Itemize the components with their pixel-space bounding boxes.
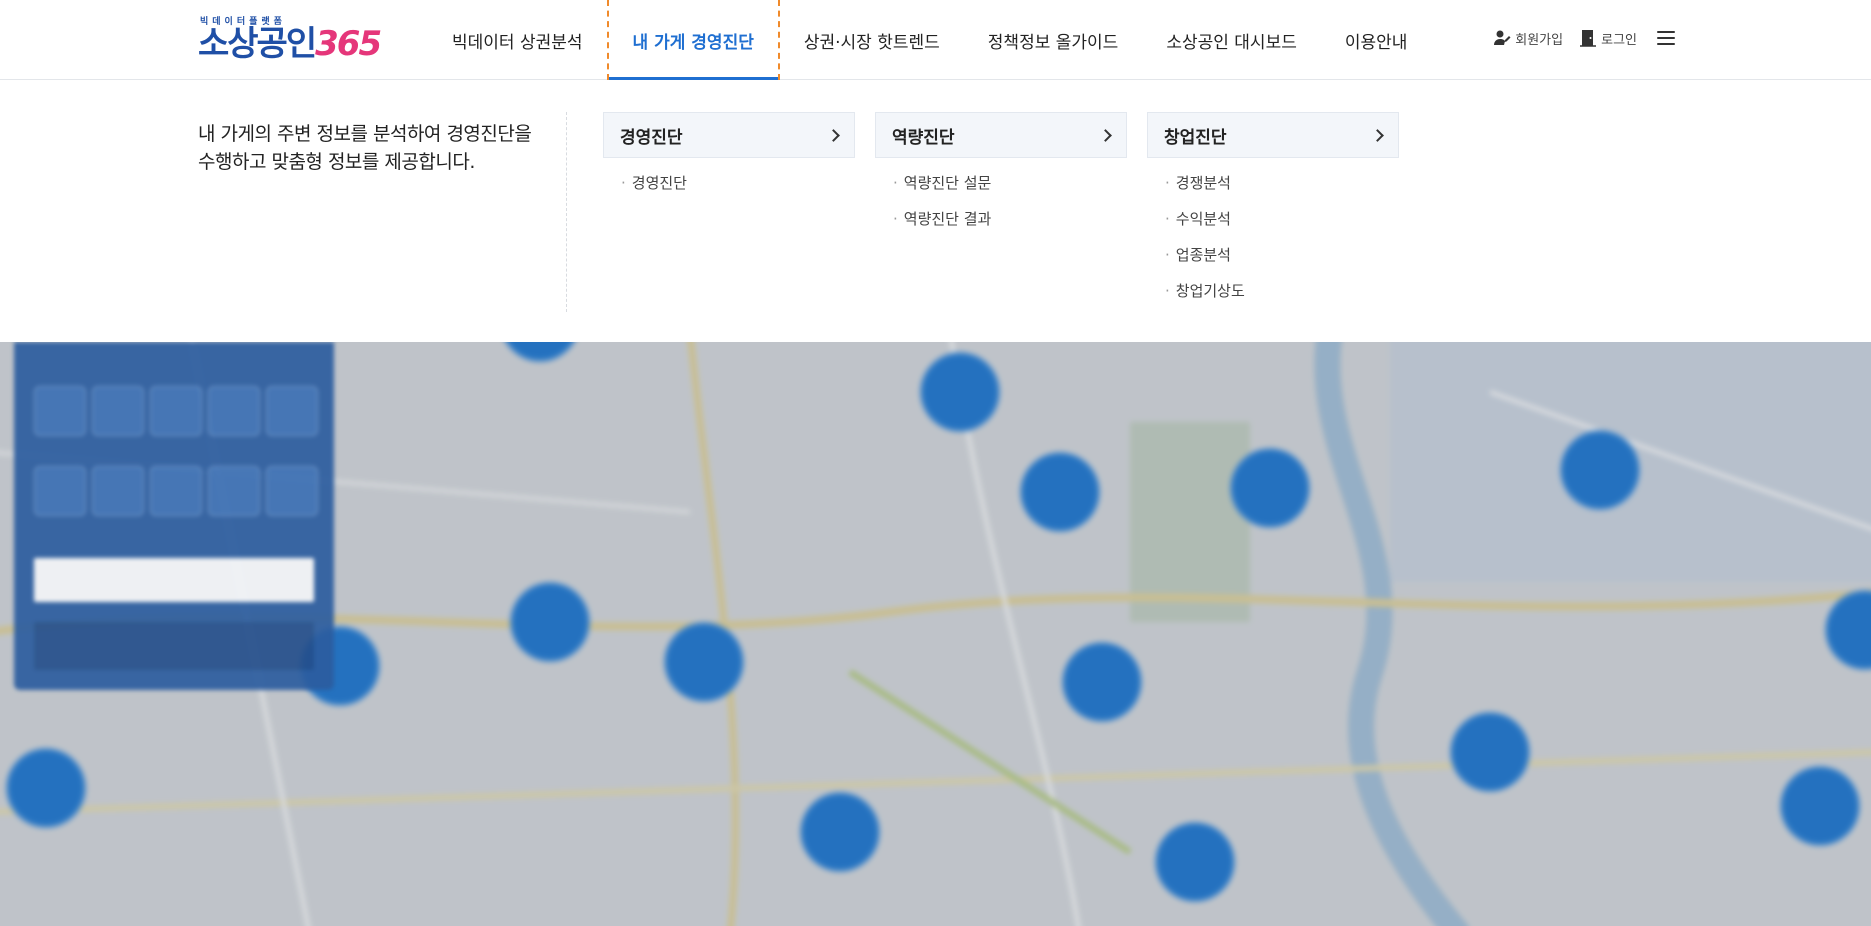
logo-text: 소상공인 bbox=[198, 24, 317, 64]
dropdown-description: 내 가게의 주변 정보를 분석하여 경영진단을 수행하고 맞춤형 정보를 제공합… bbox=[198, 123, 532, 173]
chevron-right-icon bbox=[1099, 128, 1112, 142]
category-tile[interactable] bbox=[92, 466, 144, 534]
nav-item-label: 이용안내 bbox=[1344, 32, 1408, 53]
category-tile[interactable] bbox=[34, 466, 86, 534]
category-tile[interactable] bbox=[208, 386, 260, 454]
dropdown-column-management: 경영진단 경영진단 bbox=[603, 112, 855, 208]
main-nav: 빅데이터 상권분석 내 가게 경영진단 상권·시장 핫트렌드 정책정보 올가이드… bbox=[428, 0, 1431, 80]
dropdown-column-header[interactable]: 역량진단 bbox=[875, 112, 1127, 158]
chevron-right-icon bbox=[1371, 128, 1384, 142]
logo-number: 365 bbox=[315, 24, 382, 64]
dropdown-link[interactable]: 역량진단 설문 bbox=[893, 172, 1127, 208]
dropdown-column-header[interactable]: 경영진단 bbox=[603, 112, 855, 158]
dropdown-column-capability: 역량진단 역량진단 설문 역량진단 결과 bbox=[875, 112, 1127, 244]
dropdown-link[interactable]: 창업기상도 bbox=[1165, 280, 1399, 316]
door-icon bbox=[1580, 30, 1597, 47]
nav-item-label: 빅데이터 상권분석 bbox=[452, 32, 583, 53]
panel-submit-button[interactable] bbox=[34, 622, 314, 670]
map-search-panel bbox=[14, 342, 334, 690]
dropdown-link[interactable]: 경쟁분석 bbox=[1165, 172, 1399, 208]
nav-item-guide[interactable]: 이용안내 bbox=[1321, 0, 1432, 80]
dropdown-column-startup: 창업진단 경쟁분석 수익분석 업종분석 창업기상도 bbox=[1147, 112, 1399, 316]
category-tile[interactable] bbox=[208, 466, 260, 534]
dropdown-link[interactable]: 역량진단 결과 bbox=[893, 208, 1127, 244]
category-tile[interactable] bbox=[34, 386, 86, 454]
dropdown-link[interactable]: 수익분석 bbox=[1165, 208, 1399, 244]
hamburger-menu-icon[interactable] bbox=[1657, 31, 1675, 45]
column-title: 역량진단 bbox=[892, 127, 955, 148]
dropdown-divider bbox=[566, 112, 567, 312]
column-title: 창업진단 bbox=[1164, 127, 1227, 148]
user-plus-icon bbox=[1494, 30, 1511, 45]
nav-item-bigdata-analysis[interactable]: 빅데이터 상권분석 bbox=[428, 0, 607, 80]
category-tile[interactable] bbox=[266, 386, 318, 454]
chevron-right-icon bbox=[827, 128, 840, 142]
nav-item-label: 정책정보 올가이드 bbox=[987, 32, 1119, 53]
nav-item-label: 상권·시장 핫트렌드 bbox=[803, 32, 940, 53]
column-title: 경영진단 bbox=[620, 127, 683, 148]
nav-item-policy-guide[interactable]: 정책정보 올가이드 bbox=[964, 0, 1143, 80]
site-logo[interactable]: 빅데이터플랫폼 소상공인365 bbox=[198, 14, 382, 64]
category-tile[interactable] bbox=[150, 466, 202, 534]
category-tile[interactable] bbox=[266, 466, 318, 534]
dropdown-column-header[interactable]: 창업진단 bbox=[1147, 112, 1399, 158]
nav-item-market-trend[interactable]: 상권·시장 핫트렌드 bbox=[780, 0, 964, 80]
dropdown-link[interactable]: 업종분석 bbox=[1165, 244, 1399, 280]
nav-item-label: 내 가게 경영진단 bbox=[632, 32, 754, 53]
category-tile[interactable] bbox=[92, 386, 144, 454]
nav-dropdown-panel: 내 가게의 주변 정보를 분석하여 경영진단을 수행하고 맞춤형 정보를 제공합… bbox=[0, 80, 1871, 342]
category-tile[interactable] bbox=[150, 386, 202, 454]
utility-links: 회원가입 로그인 bbox=[1493, 0, 1675, 76]
login-label: 로그인 bbox=[1601, 32, 1637, 48]
signup-label: 회원가입 bbox=[1515, 32, 1564, 48]
panel-search-input[interactable] bbox=[34, 558, 314, 602]
site-header: 빅데이터플랫폼 소상공인365 빅데이터 상권분석 내 가게 경영진단 상권·시… bbox=[0, 0, 1871, 80]
dropdown-sublist: 경영진단 bbox=[603, 172, 855, 208]
dropdown-sublist: 경쟁분석 수익분석 업종분석 창업기상도 bbox=[1147, 172, 1399, 316]
signup-link[interactable]: 회원가입 bbox=[1493, 29, 1563, 48]
login-link[interactable]: 로그인 bbox=[1579, 29, 1637, 48]
dropdown-sublist: 역량진단 설문 역량진단 결과 bbox=[875, 172, 1127, 244]
nav-item-label: 소상공인 대시보드 bbox=[1166, 32, 1297, 53]
nav-item-store-diagnosis[interactable]: 내 가게 경영진단 bbox=[606, 0, 780, 80]
logo-wordmark: 소상공인365 bbox=[198, 24, 382, 64]
dropdown-link[interactable]: 경영진단 bbox=[621, 172, 855, 208]
nav-item-dashboard[interactable]: 소상공인 대시보드 bbox=[1142, 0, 1321, 80]
category-grid bbox=[34, 386, 324, 534]
